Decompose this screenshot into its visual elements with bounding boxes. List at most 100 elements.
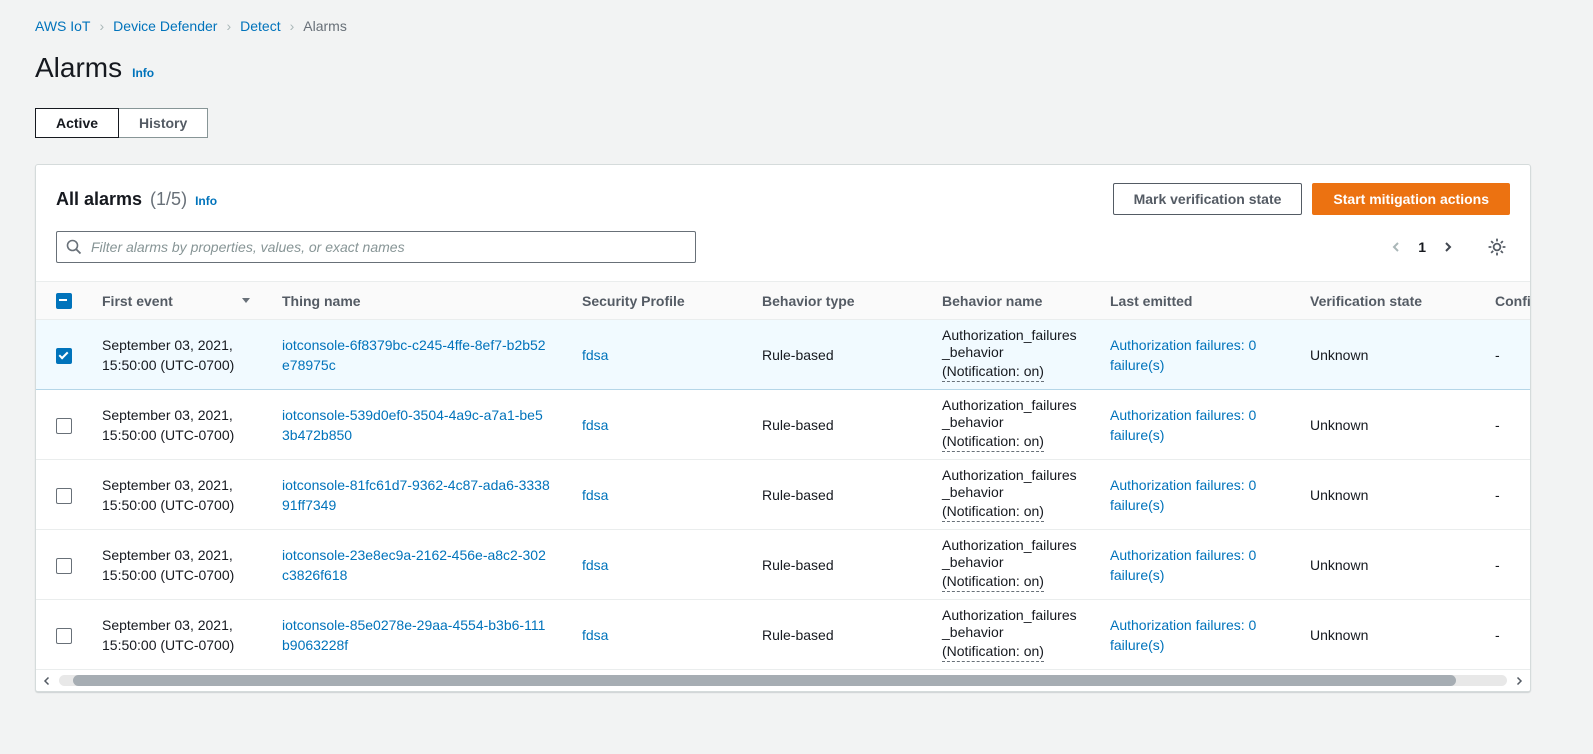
behavior-name-text: Authorization_failures_behavior (942, 537, 1078, 571)
horizontal-scrollbar[interactable] (36, 670, 1530, 691)
breadcrumb-separator: › (226, 18, 231, 34)
thing-name-link[interactable]: iotconsole-85e0278e-29aa-4554-b3b6-111b9… (282, 617, 545, 653)
confidence-cell: - (1479, 600, 1530, 670)
row-checkbox[interactable] (56, 488, 72, 504)
column-header-security-profile: Security Profile (566, 282, 746, 320)
scrollbar-thumb[interactable] (73, 675, 1456, 686)
select-all-checkbox[interactable] (56, 293, 72, 309)
alarms-table: First event Thing name Security Profile … (36, 281, 1530, 670)
last-emitted-link[interactable]: Authorization failures: 0 failure(s) (1110, 475, 1268, 515)
column-header-behavior-type: Behavior type (746, 282, 926, 320)
behavior-name-text: Authorization_failures_behavior (942, 327, 1078, 361)
row-checkbox[interactable] (56, 418, 72, 434)
table-row[interactable]: September 03, 2021, 15:50:00 (UTC-0700) … (36, 320, 1530, 390)
table-row[interactable]: September 03, 2021, 15:50:00 (UTC-0700) … (36, 530, 1530, 600)
table-header-row: First event Thing name Security Profile … (36, 282, 1530, 320)
sort-descending-icon (242, 298, 250, 303)
search-icon (66, 239, 82, 255)
behavior-type-cell: Rule-based (746, 460, 926, 530)
column-header-behavior-name: Behavior name (926, 282, 1094, 320)
column-header-first-event[interactable]: First event (86, 282, 266, 320)
verification-state-cell: Unknown (1294, 320, 1479, 390)
panel-title: All alarms (56, 189, 142, 210)
notification-tooltip-trigger[interactable]: (Notification: on) (942, 433, 1044, 452)
row-checkbox[interactable] (56, 348, 72, 364)
table-row[interactable]: September 03, 2021, 15:50:00 (UTC-0700) … (36, 460, 1530, 530)
column-header-verification-state: Verification state (1294, 282, 1479, 320)
security-profile-link[interactable]: fdsa (582, 487, 608, 503)
behavior-type-cell: Rule-based (746, 390, 926, 460)
notification-tooltip-trigger[interactable]: (Notification: on) (942, 363, 1044, 382)
breadcrumb-link-device-defender[interactable]: Device Defender (113, 18, 217, 34)
search-box (56, 231, 696, 263)
notification-tooltip-trigger[interactable]: (Notification: on) (942, 643, 1044, 662)
breadcrumb-separator: › (100, 18, 105, 34)
behavior-name-text: Authorization_failures_behavior (942, 467, 1078, 501)
verification-state-cell: Unknown (1294, 390, 1479, 460)
alarm-view-tabs: Active History (35, 108, 1531, 138)
first-event-cell: September 03, 2021, 15:50:00 (UTC-0700) (86, 530, 266, 600)
behavior-name-cell: Authorization_failures_behavior (Notific… (926, 390, 1094, 460)
behavior-type-cell: Rule-based (746, 320, 926, 390)
column-header-last-emitted: Last emitted (1094, 282, 1294, 320)
page: AWS IoT › Device Defender › Detect › Ala… (0, 0, 1593, 692)
verification-state-cell: Unknown (1294, 530, 1479, 600)
breadcrumb-separator: › (290, 18, 295, 34)
pagination-previous-button[interactable] (1384, 235, 1408, 259)
thing-name-link[interactable]: iotconsole-6f8379bc-c245-4ffe-8ef7-b2b52… (282, 337, 546, 373)
scroll-right-arrow-icon[interactable] (1512, 676, 1526, 686)
breadcrumb-current-page: Alarms (303, 18, 347, 34)
security-profile-link[interactable]: fdsa (582, 417, 608, 433)
pagination: 1 (1384, 234, 1510, 260)
notification-tooltip-trigger[interactable]: (Notification: on) (942, 573, 1044, 592)
first-event-cell: September 03, 2021, 15:50:00 (UTC-0700) (86, 320, 266, 390)
start-mitigation-actions-button[interactable]: Start mitigation actions (1312, 183, 1510, 215)
security-profile-link[interactable]: fdsa (582, 347, 608, 363)
scroll-left-arrow-icon[interactable] (40, 676, 54, 686)
table-row[interactable]: September 03, 2021, 15:50:00 (UTC-0700) … (36, 600, 1530, 670)
page-title-row: Alarms Info (35, 52, 1531, 84)
confidence-cell: - (1479, 530, 1530, 600)
panel-actions: Mark verification state Start mitigation… (1113, 183, 1510, 215)
thing-name-link[interactable]: iotconsole-539d0ef0-3504-4a9c-a7a1-be53b… (282, 407, 543, 443)
thing-name-link[interactable]: iotconsole-81fc61d7-9362-4c87-ada6-33389… (282, 477, 550, 513)
scrollbar-track[interactable] (59, 675, 1507, 686)
pagination-page-1[interactable]: 1 (1408, 235, 1436, 259)
tab-active[interactable]: Active (35, 108, 119, 138)
filter-row: 1 (36, 229, 1530, 281)
mark-verification-state-button[interactable]: Mark verification state (1113, 183, 1303, 215)
notification-tooltip-trigger[interactable]: (Notification: on) (942, 503, 1044, 522)
last-emitted-link[interactable]: Authorization failures: 0 failure(s) (1110, 335, 1268, 375)
tab-history[interactable]: History (118, 108, 208, 138)
behavior-type-cell: Rule-based (746, 530, 926, 600)
security-profile-link[interactable]: fdsa (582, 557, 608, 573)
last-emitted-link[interactable]: Authorization failures: 0 failure(s) (1110, 615, 1268, 655)
panel-info-link[interactable]: Info (195, 194, 217, 208)
pagination-next-button[interactable] (1436, 235, 1460, 259)
thing-name-link[interactable]: iotconsole-23e8ec9a-2162-456e-a8c2-302c3… (282, 547, 546, 583)
page-title: Alarms (35, 52, 122, 84)
table-body: September 03, 2021, 15:50:00 (UTC-0700) … (36, 320, 1530, 670)
last-emitted-link[interactable]: Authorization failures: 0 failure(s) (1110, 545, 1268, 585)
alarms-table-viewport: First event Thing name Security Profile … (36, 281, 1530, 670)
column-header-label: First event (102, 293, 173, 309)
row-checkbox[interactable] (56, 628, 72, 644)
breadcrumb: AWS IoT › Device Defender › Detect › Ala… (35, 0, 1531, 34)
column-header-confidence: Confidence (1479, 282, 1530, 320)
row-checkbox[interactable] (56, 558, 72, 574)
all-alarms-panel: All alarms (1/5) Info Mark verification … (35, 164, 1531, 692)
preferences-gear-icon[interactable] (1484, 234, 1510, 260)
breadcrumb-link-aws-iot[interactable]: AWS IoT (35, 18, 91, 34)
table-row[interactable]: September 03, 2021, 15:50:00 (UTC-0700) … (36, 390, 1530, 460)
page-info-link[interactable]: Info (132, 66, 154, 80)
security-profile-link[interactable]: fdsa (582, 627, 608, 643)
behavior-name-text: Authorization_failures_behavior (942, 607, 1078, 641)
breadcrumb-link-detect[interactable]: Detect (240, 18, 280, 34)
column-header-thing-name: Thing name (266, 282, 566, 320)
panel-title-group: All alarms (1/5) Info (56, 189, 217, 210)
behavior-name-text: Authorization_failures_behavior (942, 397, 1078, 431)
behavior-type-cell: Rule-based (746, 600, 926, 670)
filter-alarms-input[interactable] (56, 231, 696, 263)
last-emitted-link[interactable]: Authorization failures: 0 failure(s) (1110, 405, 1268, 445)
first-event-cell: September 03, 2021, 15:50:00 (UTC-0700) (86, 390, 266, 460)
